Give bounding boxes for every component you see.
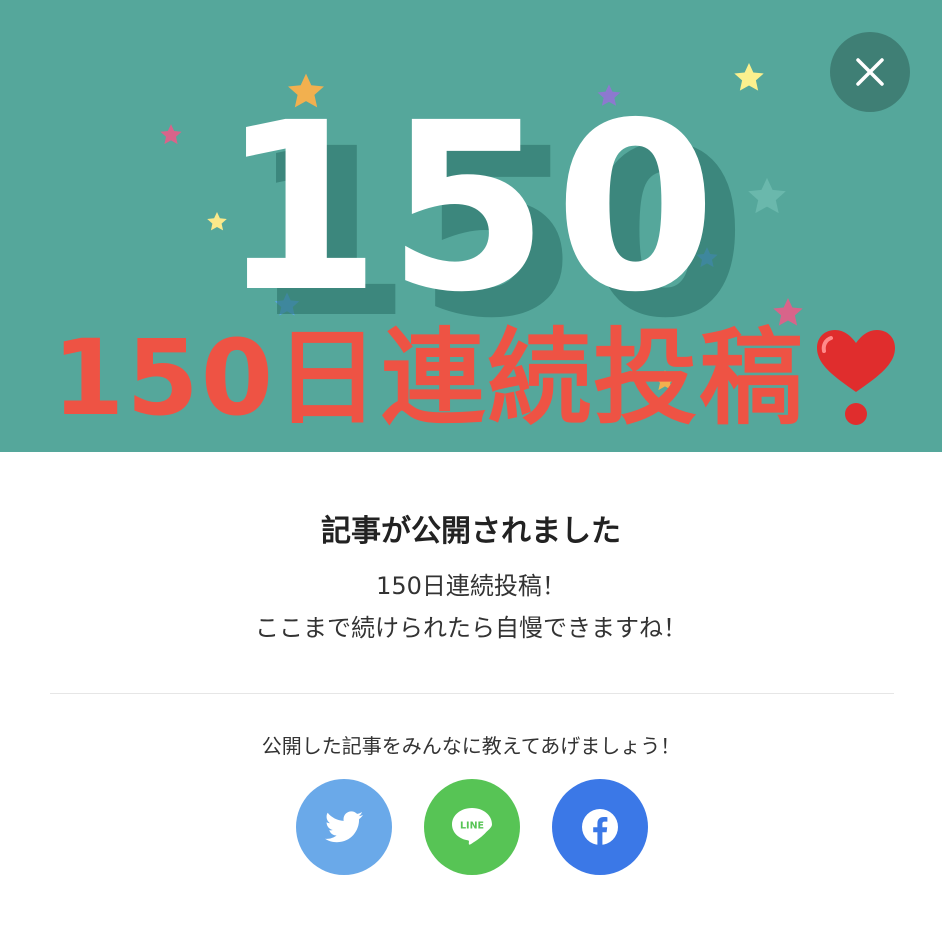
facebook-share-button[interactable] [552,779,648,875]
line-logo-text: LINE [460,821,484,832]
dialog-message: 150日連続投稿！ ここまで続けられたら自慢できますね！ [0,565,942,649]
dialog-title: 記事が公開されました [321,514,621,549]
heart-exclamation-icon [817,330,896,425]
close-button[interactable] [830,32,910,112]
facebook-f-icon [582,809,618,845]
celebration-banner: 150 150日連続投稿 [0,0,942,452]
share-prompt: 公開した記事をみんなに教えてあげましょう！ [261,734,681,758]
share-modal: 150 150日連続投稿 記事が公開されました 150日連続投稿！ ここまで続け… [0,0,942,942]
line-logo-icon: LINE [452,808,492,845]
divider [50,693,894,694]
streak-headline-text: 150日連続投稿 [52,317,806,439]
message-line-2: ここまで続けられたら自慢できますね！ [255,614,687,642]
twitter-bird-icon [325,811,363,843]
close-icon [856,58,884,86]
twitter-share-button[interactable] [296,779,392,875]
star-decoration-yellow-icon [734,63,764,91]
line-share-button[interactable]: LINE [424,779,520,875]
share-buttons: LINE [0,779,942,877]
message-line-1: 150日連続投稿！ [376,572,566,600]
streak-number: 150 [219,73,723,343]
streak-headline: 150日連続投稿 [52,318,912,438]
dialog-content: 記事が公開されました 150日連続投稿！ ここまで続けられたら自慢できますね！ … [0,452,942,942]
